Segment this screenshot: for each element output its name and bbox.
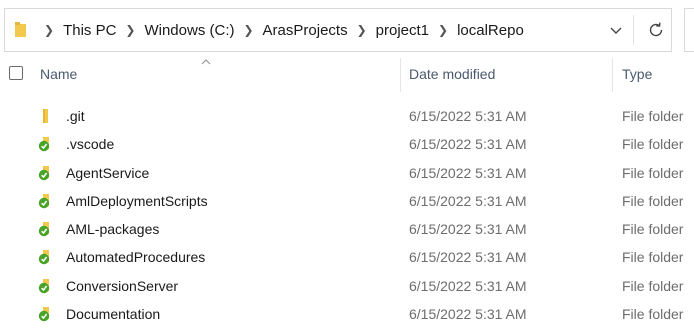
file-date-modified: 6/15/2022 5:31 AM [409, 164, 527, 181]
git-synced-folder-icon [38, 307, 50, 322]
git-synced-folder-icon [38, 165, 50, 180]
file-row[interactable]: ConversionServer 6/15/2022 5:31 AM File fo… [0, 272, 694, 300]
file-date-modified: 6/15/2022 5:31 AM [409, 136, 527, 153]
file-type: File folder [622, 136, 684, 153]
git-synced-folder-icon [38, 278, 50, 293]
chevron-right-icon[interactable]: ❯ [125, 23, 135, 37]
file-name[interactable]: AutomatedProcedures [66, 249, 205, 265]
git-synced-folder-icon [38, 250, 50, 265]
search-box[interactable] [684, 8, 694, 52]
git-synced-folder-icon [38, 222, 50, 237]
chevron-down-icon[interactable] [608, 22, 624, 38]
breadcrumb-windows-c[interactable]: Windows (C:) [144, 22, 234, 39]
file-type: File folder [622, 221, 684, 238]
refresh-icon[interactable] [646, 20, 666, 40]
file-name[interactable]: .vscode [66, 136, 114, 152]
file-type: File folder [622, 306, 684, 323]
file-date-modified: 6/15/2022 5:31 AM [409, 306, 527, 323]
file-date-modified: 6/15/2022 5:31 AM [409, 221, 527, 238]
file-name[interactable]: AgentService [66, 165, 149, 181]
breadcrumb: ❯ This PC ❯ Windows (C:) ❯ ArasProjects … [35, 9, 524, 51]
file-date-modified: 6/15/2022 5:31 AM [409, 108, 527, 124]
column-header-date-modified[interactable]: Date modified [409, 66, 495, 82]
file-row[interactable]: AmlDeploymentScripts 6/15/2022 5:31 AM Fil… [0, 187, 694, 215]
file-type: File folder [622, 249, 684, 266]
breadcrumb-this-pc[interactable]: This PC [63, 22, 116, 39]
file-date-modified: 6/15/2022 5:31 AM [409, 249, 527, 266]
file-row[interactable]: AML-packages 6/15/2022 5:31 AM File folder [0, 215, 694, 243]
column-divider[interactable] [612, 58, 613, 92]
select-all-checkbox[interactable] [9, 66, 23, 80]
breadcrumb-arasprojects[interactable]: ArasProjects [263, 22, 348, 39]
file-row[interactable]: AgentService 6/15/2022 5:31 AM File folder [0, 159, 694, 187]
chevron-right-icon[interactable]: ❯ [243, 23, 253, 37]
file-name[interactable]: ConversionServer [66, 278, 178, 294]
sort-ascending-icon [201, 59, 211, 65]
file-row[interactable]: .git 6/15/2022 5:31 AM File folder [0, 102, 694, 130]
file-row[interactable]: AutomatedProcedures 6/15/2022 5:31 AM File… [0, 243, 694, 271]
column-header-type[interactable]: Type [622, 66, 652, 82]
chevron-right-icon[interactable]: ❯ [44, 23, 54, 37]
file-type: File folder [622, 277, 684, 294]
column-header-name[interactable]: Name [40, 66, 77, 82]
file-type: File folder [622, 164, 684, 181]
column-divider[interactable] [400, 58, 401, 92]
breadcrumb-localrepo[interactable]: localRepo [457, 22, 524, 39]
chevron-right-icon[interactable]: ❯ [438, 23, 448, 37]
file-row[interactable]: Documentation 6/15/2022 5:31 AM File folde… [0, 300, 694, 328]
breadcrumb-project1[interactable]: project1 [376, 22, 429, 39]
file-name[interactable]: .git [66, 108, 85, 124]
file-type: File folder [622, 192, 684, 209]
divider [633, 15, 634, 45]
folder-icon [43, 109, 48, 123]
file-name[interactable]: AmlDeploymentScripts [66, 193, 208, 209]
file-date-modified: 6/15/2022 5:31 AM [409, 192, 527, 209]
file-date-modified: 6/15/2022 5:31 AM [409, 277, 527, 294]
git-synced-folder-icon [38, 193, 50, 209]
git-synced-folder-icon [38, 137, 50, 152]
chevron-right-icon[interactable]: ❯ [357, 23, 367, 37]
file-list: .git 6/15/2022 5:31 AM File folder .vscode 6… [0, 102, 694, 328]
file-row[interactable]: .vscode 6/15/2022 5:31 AM File folder [0, 130, 694, 158]
address-bar[interactable]: ❯ This PC ❯ Windows (C:) ❯ ArasProjects … [4, 8, 672, 52]
file-name[interactable]: Documentation [66, 306, 160, 322]
folder-icon [15, 22, 26, 37]
column-header: Name Date modified Type [0, 58, 694, 92]
file-name[interactable]: AML-packages [66, 221, 159, 237]
file-type: File folder [622, 108, 684, 124]
